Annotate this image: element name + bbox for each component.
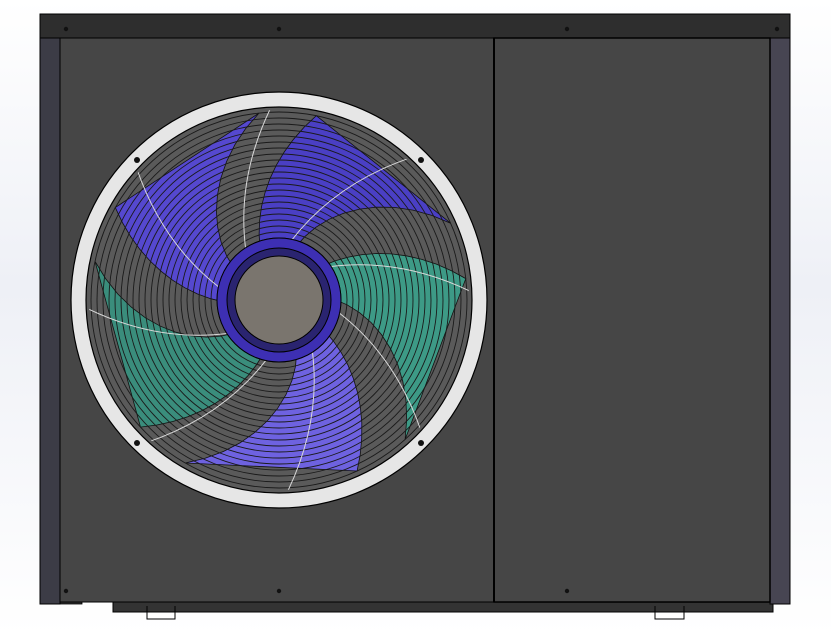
bottom-screw [276,588,282,594]
top-screw [276,26,282,32]
cad-viewport [0,0,831,635]
left-corner-post [39,29,61,605]
shroud-bolt [134,157,140,163]
bottom-screw [564,588,570,594]
top-screw [774,26,780,32]
top-screw [564,26,570,32]
top-screw [63,26,69,32]
bottom-screw [63,588,69,594]
shroud-bolt [418,157,424,163]
top-cover [39,13,791,39]
service-access-panel [493,37,771,603]
shroud-bolt [418,440,424,446]
fan-assembly [70,91,488,509]
right-corner-post [769,29,791,605]
shroud-bolt [134,440,140,446]
fan-hub [234,255,324,345]
heat-pump-model [39,13,791,620]
